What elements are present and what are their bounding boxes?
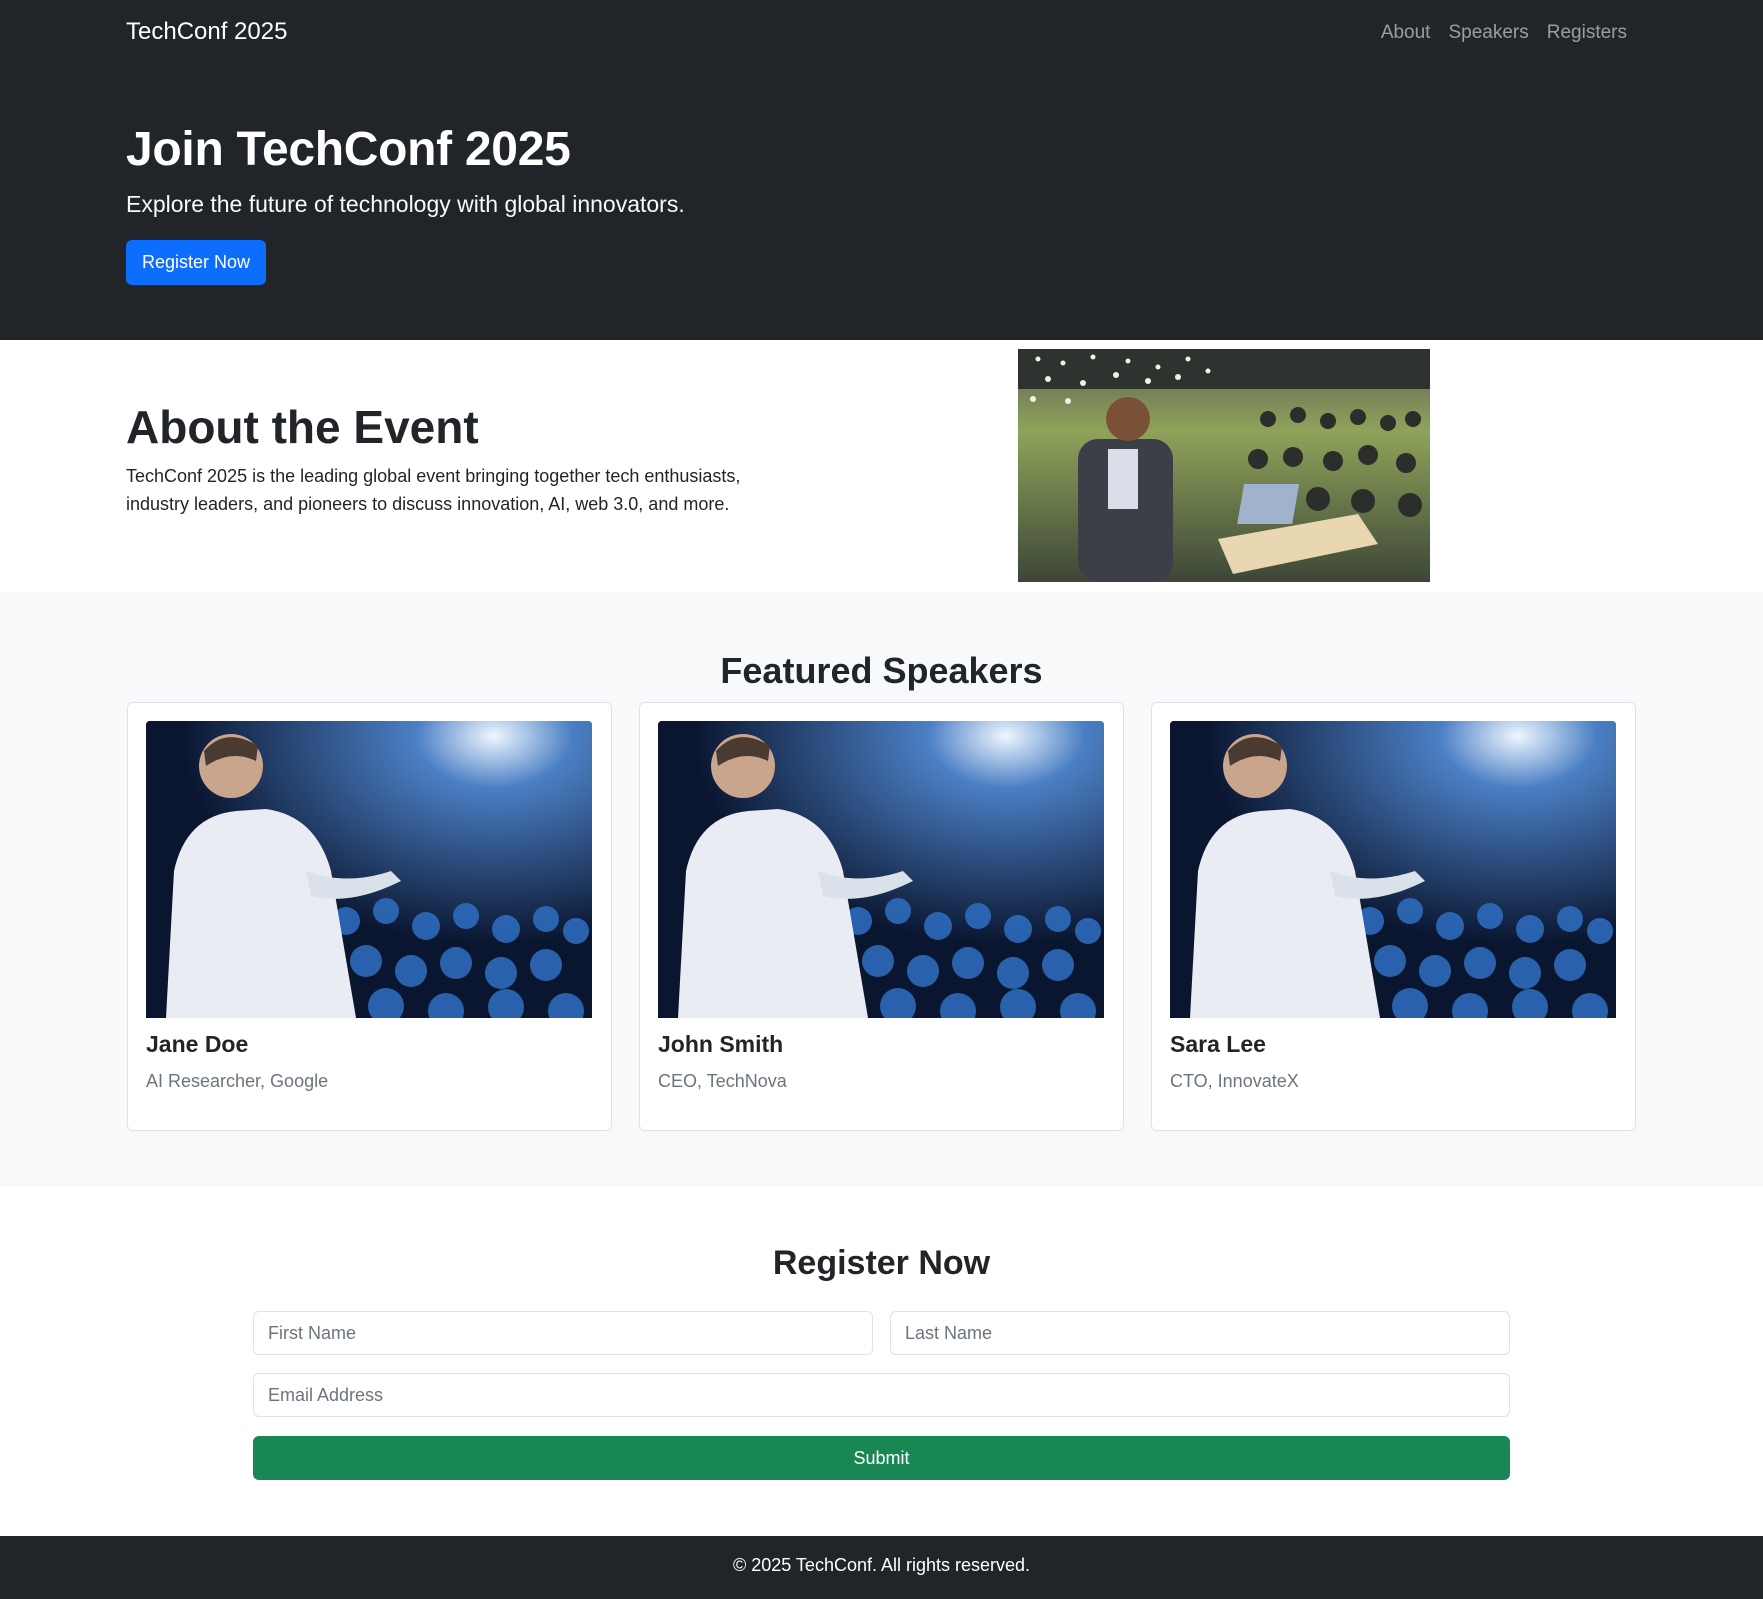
brand-link[interactable]: TechConf 2025 (126, 18, 287, 46)
register-title: Register Now (772, 1244, 991, 1282)
speaker-card-john-smith: John Smith CEO, TechNova (639, 702, 1124, 1131)
register-now-button[interactable]: Register Now (126, 240, 266, 285)
top-nav: About Speakers Registers (1381, 22, 1627, 44)
footer-copyright: © 2025 TechConf. All rights reserved. (732, 1555, 1031, 1575)
speaker-photo-image (658, 721, 1104, 1018)
first-name-field[interactable] (253, 1311, 873, 1355)
speaker-name: John Smith (658, 1031, 784, 1057)
event-photo-image (1018, 349, 1430, 582)
speaker-photo (658, 721, 1104, 1018)
speaker-card-sara-lee: Sara Lee CTO, InnovateX (1151, 702, 1636, 1131)
speaker-name: Jane Doe (146, 1031, 249, 1057)
event-photo (1018, 349, 1430, 582)
nav-link-about[interactable]: About (1381, 22, 1431, 44)
speaker-photo (1170, 721, 1616, 1018)
hero-subtitle: Explore the future of technology with gl… (126, 191, 685, 217)
speaker-photo (146, 721, 592, 1018)
speakers-title: Featured Speakers (720, 650, 1043, 691)
footer: © 2025 TechConf. All rights reserved. (0, 1536, 1763, 1599)
hero-section: TechConf 2025 About Speakers Registers J… (0, 0, 1763, 340)
speaker-card-jane-doe: Jane Doe AI Researcher, Google (127, 702, 612, 1131)
speaker-role: CEO, TechNova (658, 1071, 787, 1091)
submit-button[interactable]: Submit (253, 1436, 1510, 1480)
speakers-section: Featured Speakers Jane Doe AI Researcher… (0, 592, 1763, 1187)
nav-link-registers[interactable]: Registers (1547, 22, 1627, 44)
about-text: TechConf 2025 is the leading global even… (126, 466, 741, 514)
speaker-role: CTO, InnovateX (1170, 1071, 1299, 1091)
speaker-name: Sara Lee (1170, 1031, 1266, 1057)
hero-title: Join TechConf 2025 (126, 123, 571, 176)
about-title: About the Event (126, 401, 479, 453)
speaker-photo-image (146, 721, 592, 1018)
last-name-field[interactable] (890, 1311, 1510, 1355)
speaker-role: AI Researcher, Google (146, 1071, 329, 1091)
email-field[interactable] (253, 1373, 1510, 1417)
nav-link-speakers[interactable]: Speakers (1448, 22, 1528, 44)
speaker-photo-image (1170, 721, 1616, 1018)
